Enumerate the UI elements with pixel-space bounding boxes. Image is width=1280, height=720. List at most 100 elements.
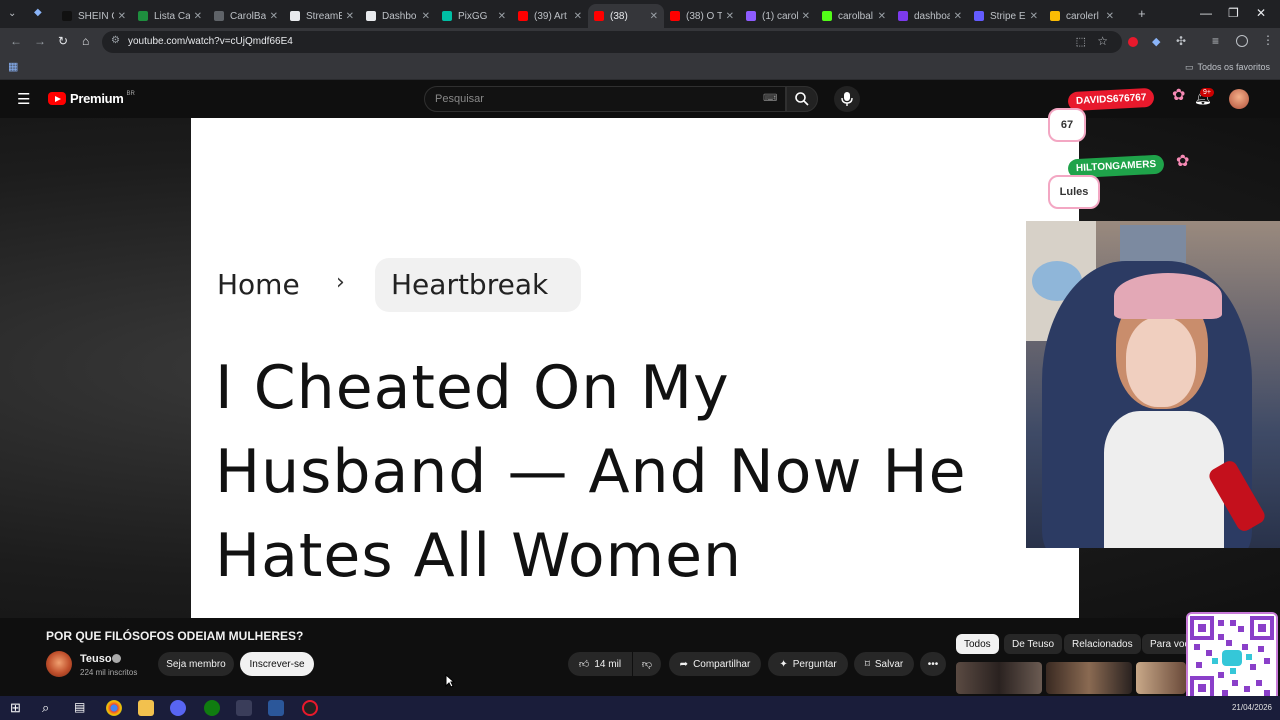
search-input[interactable]: [435, 93, 735, 105]
video-frame-article: Home › Heartbreak I Cheated On My Husban…: [191, 118, 1079, 618]
word-icon[interactable]: [268, 700, 284, 716]
windows-taskbar: ⊞ ⌕ ▤ 21/04/2026: [0, 696, 1280, 720]
tab-close-icon[interactable]: ✕: [1106, 11, 1114, 22]
channel-avatar[interactable]: [46, 651, 72, 677]
browser-tab[interactable]: (39) Art ✕: [512, 4, 588, 28]
video-info-section: POR QUE FILÓSOFOS ODEIAM MULHERES? Teuso…: [0, 618, 1280, 696]
tab-close-icon[interactable]: ✕: [1030, 11, 1038, 22]
close-window-icon[interactable]: ✕: [1256, 6, 1266, 20]
all-bookmarks-button[interactable]: ▭ Todos os favoritos: [1185, 62, 1270, 73]
bookmark-star-icon[interactable]: ☆: [1097, 34, 1108, 48]
new-tab-button[interactable]: +: [1138, 6, 1146, 21]
minimize-icon[interactable]: —: [1200, 6, 1212, 20]
mouse-cursor-icon: [445, 674, 455, 688]
windows-start-icon[interactable]: ⊞: [10, 700, 21, 716]
share-button[interactable]: ➦ Compartilhar: [669, 652, 761, 676]
site-info-icon[interactable]: ⚙: [111, 35, 120, 46]
like-button[interactable]: 👍︎ 14 mil: [568, 652, 632, 676]
tab-label: (38): [610, 10, 628, 22]
save-button[interactable]: ⌑ Salvar: [854, 652, 914, 676]
chip-all[interactable]: Todos: [956, 634, 999, 654]
file-explorer-icon[interactable]: [138, 700, 154, 716]
forward-icon[interactable]: →: [34, 34, 46, 48]
browser-tab[interactable]: dashboar ✕: [892, 4, 968, 28]
tab-close-icon[interactable]: ✕: [802, 11, 810, 22]
recommended-thumbnail[interactable]: [1046, 662, 1132, 694]
tab-close-icon[interactable]: ✕: [346, 11, 354, 22]
extension-icon[interactable]: ◆: [1152, 35, 1160, 48]
obs-icon[interactable]: [302, 700, 318, 716]
tab-search-icon[interactable]: ⌄: [8, 8, 16, 19]
browser-tab[interactable]: (38) O T ✕: [664, 4, 740, 28]
tab-favicon-icon: [1050, 11, 1060, 21]
tab-label: StreamE: [306, 10, 342, 22]
breadcrumb-home: Home: [217, 268, 300, 301]
browser-tab[interactable]: CarolBal ✕: [208, 4, 284, 28]
media-control-icon[interactable]: ≡: [1212, 34, 1219, 48]
tab-close-icon[interactable]: ✕: [650, 11, 658, 22]
user-avatar[interactable]: [1229, 89, 1249, 109]
install-icon[interactable]: ⬚: [1076, 35, 1086, 48]
browser-tab[interactable]: (38) ✕: [588, 4, 664, 28]
tab-close-icon[interactable]: ✕: [574, 11, 582, 22]
extension-record-icon[interactable]: [1128, 37, 1138, 47]
home-icon[interactable]: ⌂: [82, 34, 89, 48]
tab-close-icon[interactable]: ✕: [954, 11, 962, 22]
join-button[interactable]: Seja membro: [158, 652, 234, 676]
tab-close-icon[interactable]: ✕: [270, 11, 278, 22]
dislike-button[interactable]: 👎︎: [633, 652, 661, 676]
tab-favicon-icon: [138, 11, 148, 21]
apps-grid-icon[interactable]: ▦: [8, 60, 18, 73]
bookmarks-bar: ▦ ▭ Todos os favoritos: [0, 56, 1280, 80]
taskbar-search-icon[interactable]: ⌕: [42, 700, 49, 716]
tab-favicon-icon: [518, 11, 528, 21]
browser-tab[interactable]: Dashbo ✕: [360, 4, 436, 28]
hamburger-menu-icon[interactable]: ☰: [17, 90, 30, 108]
tab-close-icon[interactable]: ✕: [422, 11, 430, 22]
task-view-icon[interactable]: ▤: [74, 700, 85, 714]
chrome-taskbar-icon[interactable]: [106, 700, 122, 716]
ask-button[interactable]: ✦ Perguntar: [768, 652, 848, 676]
recommended-thumbnail[interactable]: [1136, 662, 1186, 694]
chat-bubble-2: Lules: [1048, 175, 1100, 209]
recommended-thumbnail[interactable]: [956, 662, 1042, 694]
channel-name[interactable]: Teuso: [80, 653, 112, 665]
voice-search-button[interactable]: [834, 86, 860, 112]
thumbs-down-icon: 👎︎: [641, 659, 653, 670]
browser-tab[interactable]: Lista Ca ✕: [132, 4, 208, 28]
profile-icon[interactable]: [1236, 35, 1248, 47]
reload-icon[interactable]: ↻: [58, 34, 68, 48]
app-icon[interactable]: [236, 700, 252, 716]
verified-check-icon: [112, 654, 121, 663]
browser-tab[interactable]: PixGG ✕: [436, 4, 512, 28]
browser-tab[interactable]: carolbal ✕: [816, 4, 892, 28]
browser-tab[interactable]: carolerl ✕: [1044, 4, 1120, 28]
tab-favicon-icon: [366, 11, 376, 21]
browser-tab[interactable]: Stripe E ✕: [968, 4, 1044, 28]
chip-from-channel[interactable]: De Teuso: [1004, 634, 1063, 654]
qr-code-graphic: [1188, 614, 1276, 702]
back-icon[interactable]: ←: [10, 34, 22, 48]
youtube-logo[interactable]: Premium BR: [48, 91, 135, 106]
xbox-icon[interactable]: [204, 700, 220, 716]
address-bar[interactable]: ⚙ youtube.com/watch?v=cUjQmdf66E4 ⬚ ☆: [102, 31, 1122, 53]
extensions-puzzle-icon[interactable]: ✣: [1176, 34, 1186, 48]
browser-tab[interactable]: SHEIN C ✕: [56, 4, 132, 28]
more-actions-button[interactable]: •••: [920, 652, 946, 676]
chip-related[interactable]: Relacionados: [1064, 634, 1141, 654]
tab-close-icon[interactable]: ✕: [118, 11, 126, 22]
tab-close-icon[interactable]: ✕: [194, 11, 202, 22]
browser-tab[interactable]: StreamE ✕: [284, 4, 360, 28]
pinned-tab-icon[interactable]: ◆: [34, 7, 42, 18]
browser-menu-icon[interactable]: ⋮: [1262, 33, 1274, 47]
tab-close-icon[interactable]: ✕: [726, 11, 734, 22]
restore-icon[interactable]: ❐: [1228, 6, 1239, 20]
tab-close-icon[interactable]: ✕: [878, 11, 886, 22]
tab-close-icon[interactable]: ✕: [498, 11, 506, 22]
browser-tab[interactable]: (1) carol ✕: [740, 4, 816, 28]
subscribe-button[interactable]: Inscrever-se: [240, 652, 314, 676]
discord-icon[interactable]: [170, 700, 186, 716]
tab-label: Lista Ca: [154, 10, 190, 22]
search-button[interactable]: [786, 86, 818, 112]
keyboard-icon[interactable]: ⌨: [763, 93, 777, 104]
